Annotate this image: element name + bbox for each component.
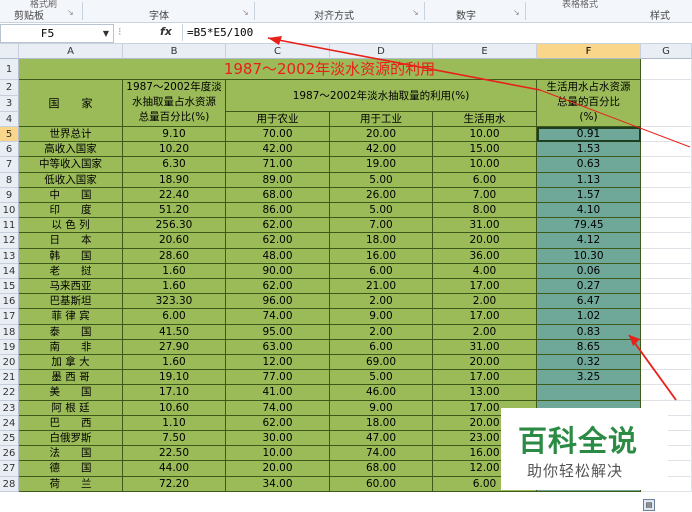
watermark-slogan: 助你轻松解决 bbox=[527, 462, 624, 480]
arrowhead-column-icon bbox=[629, 335, 640, 346]
paste-options-icon[interactable]: ▤ bbox=[643, 499, 655, 511]
arrow-to-column-f-line bbox=[628, 334, 677, 401]
watermark-panel: 百科全说 助你轻松解决 bbox=[501, 408, 668, 490]
arrowhead-formula-icon bbox=[268, 36, 282, 45]
arrow-to-formula-line bbox=[267, 37, 541, 91]
watermark-brand: 百科全说 bbox=[518, 424, 639, 458]
arrow-tail-line bbox=[539, 89, 691, 148]
